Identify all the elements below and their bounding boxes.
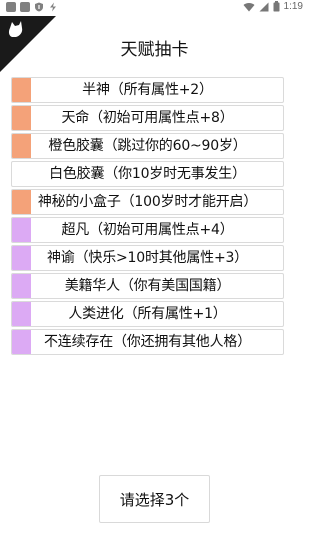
talent-card-label: 橙色胶囊（跳过你的60~90岁） bbox=[48, 138, 247, 154]
rarity-tag bbox=[12, 78, 31, 102]
status-time: 1:19 bbox=[283, 1, 303, 12]
status-bar: 1:19 bbox=[0, 0, 309, 16]
talent-card[interactable]: 神谕（快乐>10时其他属性+3） bbox=[11, 245, 284, 271]
talent-card[interactable]: 半神（所有属性+2） bbox=[11, 77, 284, 103]
talent-card-label: 不连续存在（你还拥有其他人格） bbox=[44, 334, 251, 350]
talent-card-label: 神谕（快乐>10时其他属性+3） bbox=[47, 250, 248, 266]
wifi-icon bbox=[243, 2, 255, 11]
rarity-tag bbox=[12, 106, 31, 130]
talent-card[interactable]: 人类进化（所有属性+1） bbox=[11, 301, 284, 327]
rarity-tag bbox=[12, 330, 31, 354]
status-bar-left bbox=[6, 2, 58, 12]
talent-card-label: 美籍华人（你有美国国籍） bbox=[64, 278, 231, 294]
notification-square-icon bbox=[20, 2, 30, 12]
page-title: 天赋抽卡 bbox=[120, 40, 189, 60]
rarity-tag bbox=[12, 246, 31, 270]
talent-card[interactable]: 天命（初始可用属性点+8） bbox=[11, 105, 284, 131]
talent-card[interactable]: 不连续存在（你还拥有其他人格） bbox=[11, 329, 284, 355]
rarity-tag bbox=[12, 218, 31, 242]
talent-card[interactable]: 超凡（初始可用属性点+4） bbox=[11, 217, 284, 243]
talent-card-label: 超凡（初始可用属性点+4） bbox=[61, 222, 234, 238]
talent-card[interactable]: 美籍华人（你有美国国籍） bbox=[11, 273, 284, 299]
talent-card-label: 白色胶囊（你10岁时无事发生） bbox=[49, 166, 246, 182]
talent-card-label: 天命（初始可用属性点+8） bbox=[61, 110, 234, 126]
talent-card-list: 半神（所有属性+2） 天命（初始可用属性点+8） 橙色胶囊（跳过你的60~90岁） 白… bbox=[11, 77, 284, 355]
talent-card-label: 半神（所有属性+2） bbox=[82, 82, 213, 98]
rarity-tag bbox=[12, 274, 31, 298]
bolt-icon bbox=[50, 2, 56, 12]
rarity-tag bbox=[12, 302, 31, 326]
talent-card-label: 人类进化（所有属性+1） bbox=[68, 306, 227, 322]
talent-card[interactable]: 橙色胶囊（跳过你的60~90岁） bbox=[11, 133, 284, 159]
talent-card-label: 神秘的小盒子（100岁时才能开启） bbox=[37, 194, 258, 210]
signal-icon bbox=[259, 2, 269, 11]
talent-card[interactable]: 神秘的小盒子（100岁时才能开启） bbox=[11, 189, 284, 215]
select-three-button[interactable]: 请选择3个 bbox=[99, 475, 210, 523]
notification-square-icon bbox=[6, 2, 16, 12]
talent-card[interactable]: 白色胶囊（你10岁时无事发生） bbox=[11, 161, 284, 187]
battery-icon bbox=[273, 1, 280, 12]
rarity-tag bbox=[12, 134, 31, 158]
rarity-tag bbox=[12, 190, 31, 214]
status-bar-right: 1:19 bbox=[243, 1, 303, 12]
shield-icon bbox=[35, 2, 43, 12]
